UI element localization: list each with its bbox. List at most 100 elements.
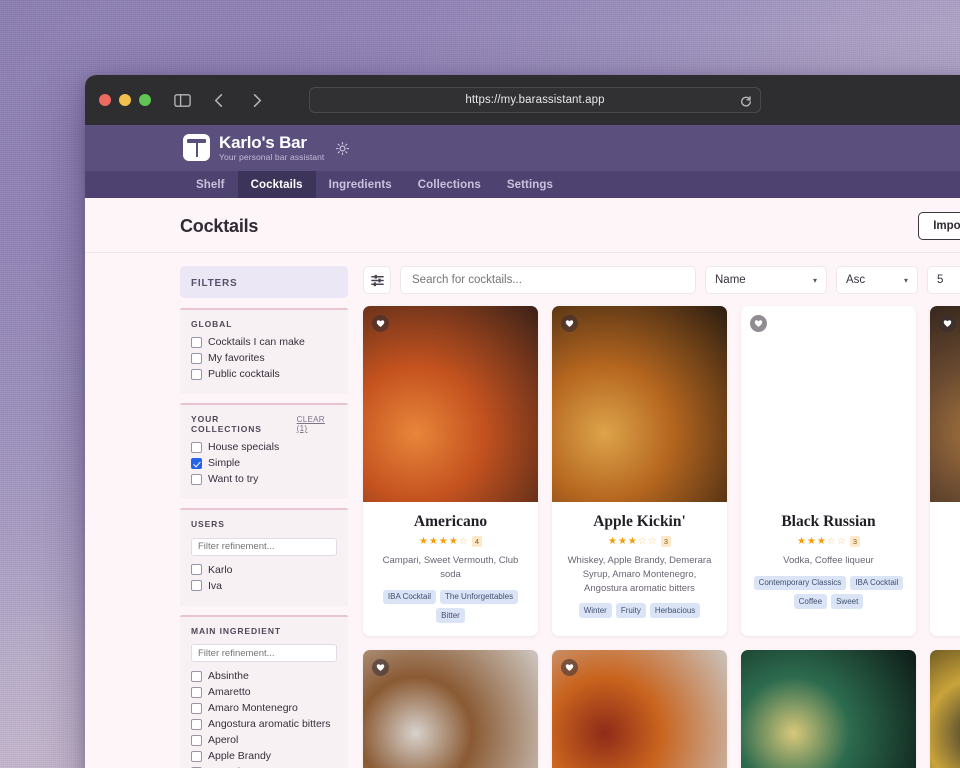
filter-option[interactable]: House specials xyxy=(191,441,337,453)
forward-button-icon[interactable] xyxy=(247,91,266,110)
filter-option[interactable]: Absinthe xyxy=(191,670,337,682)
checkbox-icon[interactable] xyxy=(191,352,202,364)
heart-icon[interactable] xyxy=(372,658,389,676)
cocktail-tag[interactable]: Fruity xyxy=(615,603,646,618)
checkbox-icon[interactable] xyxy=(191,718,202,730)
heart-icon[interactable] xyxy=(939,315,956,332)
brand-name: Karlo's Bar xyxy=(219,133,307,153)
checkbox-icon[interactable] xyxy=(191,368,202,380)
checkbox-icon[interactable] xyxy=(191,564,202,575)
cocktail-card[interactable]: Americano ★ ★ ★ ★ ☆ 4 Campari, Sweet Vermouth… xyxy=(363,306,538,636)
cocktail-tag[interactable]: Winter xyxy=(578,603,612,618)
checkbox-icon[interactable] xyxy=(191,734,202,746)
filter-option[interactable]: My favorites xyxy=(191,352,337,364)
nav-item-shelf[interactable]: Shelf xyxy=(183,171,238,198)
maximize-window-button[interactable] xyxy=(139,94,151,106)
filter-refinement-input[interactable] xyxy=(191,644,337,662)
brand[interactable]: Karlo's Bar Your personal bar assistant xyxy=(183,134,324,162)
checkbox-icon[interactable] xyxy=(191,670,202,682)
filter-refinement-input[interactable] xyxy=(191,537,337,556)
cocktail-name: Apple Kickin' xyxy=(593,513,686,530)
checkbox-icon[interactable] xyxy=(191,336,202,348)
back-button-icon[interactable] xyxy=(210,91,229,110)
sliders-icon[interactable] xyxy=(363,266,391,294)
reload-icon[interactable] xyxy=(740,94,752,107)
nav-item-settings[interactable]: Settings xyxy=(494,171,566,198)
star-icon: ★ xyxy=(816,535,826,547)
sort-direction-select[interactable]: Asc ▾ xyxy=(836,266,918,294)
filter-option[interactable]: Simple xyxy=(191,457,337,469)
sort-field-select[interactable]: Name ▾ xyxy=(705,266,827,294)
filter-option[interactable]: Want to try xyxy=(191,473,337,485)
heart-icon[interactable] xyxy=(372,315,389,332)
cocktail-card[interactable]: Black Russian ★ ★ ★ ☆ ☆ 3 Vodka, Coffee lique… xyxy=(741,306,916,636)
cocktail-tag[interactable]: Contemporary Classics xyxy=(753,575,847,591)
cocktail-card[interactable]: B Bourbo IBA C xyxy=(930,306,960,636)
cocktails-toolbar: Name ▾ Asc ▾ 5 xyxy=(363,266,960,294)
cocktail-card[interactable] xyxy=(741,649,916,768)
cocktail-tag[interactable]: IBA Cocktail xyxy=(382,589,437,605)
checkbox-icon[interactable] xyxy=(191,702,202,714)
cocktail-tag[interactable]: Bitter xyxy=(436,608,465,623)
heart-icon[interactable] xyxy=(561,658,578,676)
close-window-button[interactable] xyxy=(99,94,111,106)
browser-window: https://my.barassistant.app Karlo's Bar … xyxy=(85,75,960,768)
star-icon: ☆ xyxy=(458,535,468,547)
filter-option[interactable]: Amaretto xyxy=(191,686,337,698)
filter-option[interactable]: Cocktails I can make xyxy=(191,336,337,348)
filter-option[interactable]: Iva xyxy=(191,580,337,592)
search-input[interactable] xyxy=(400,266,696,294)
filter-option[interactable]: Apple Brandy xyxy=(191,750,337,762)
filter-option-label: Angostura aromatic bitters xyxy=(208,718,331,730)
checkbox-icon[interactable] xyxy=(191,473,202,485)
cocktail-tag[interactable]: Sweet xyxy=(831,594,864,609)
cocktail-card[interactable] xyxy=(552,649,727,768)
filter-option-label: Amaro Montenegro xyxy=(208,702,298,714)
checkbox-icon[interactable] xyxy=(191,441,202,453)
cocktails-grid-row-2 xyxy=(363,649,960,768)
cocktail-card[interactable] xyxy=(363,649,538,768)
nav-item-label: Shelf xyxy=(196,178,225,191)
sun-icon[interactable] xyxy=(335,141,350,156)
filter-option-label: Apple Brandy xyxy=(208,750,272,762)
filter-option[interactable]: Angostura aromatic bitters xyxy=(191,718,337,730)
cocktail-tag[interactable]: IBA Cocktail xyxy=(850,575,904,591)
import-cocktail-button[interactable]: Import cocktail xyxy=(918,212,960,240)
nav-item-label: Settings xyxy=(506,178,554,191)
filter-option[interactable]: Aperol xyxy=(191,734,337,746)
filter-option-label: Cocktails I can make xyxy=(208,336,305,348)
sidebar-toggle-icon[interactable] xyxy=(173,91,192,110)
heart-icon[interactable] xyxy=(561,315,578,332)
nav-item-cocktails[interactable]: Cocktails xyxy=(237,171,316,198)
cocktail-tag[interactable]: The Unforgettables xyxy=(440,589,519,605)
star-icon: ★ xyxy=(418,535,428,547)
cocktail-tag[interactable]: Coffee xyxy=(793,594,828,609)
url-text: https://my.barassistant.app xyxy=(465,94,605,106)
star-icon: ☆ xyxy=(836,535,846,547)
star-icon: ★ xyxy=(806,535,816,547)
nav-item-ingredients[interactable]: Ingredients xyxy=(316,171,405,198)
filter-option[interactable]: Public cocktails xyxy=(191,368,337,380)
filter-option[interactable]: Amaro Montenegro xyxy=(191,702,337,714)
filters-sidebar: FILTERS GLOBAL Cocktails I can make My f… xyxy=(180,253,348,768)
url-bar[interactable]: https://my.barassistant.app xyxy=(309,87,761,113)
page-header: Cocktails Import cocktail xyxy=(85,198,960,253)
nav-item-collections[interactable]: Collections xyxy=(405,171,494,198)
page-size-select[interactable]: 5 xyxy=(927,266,960,294)
cocktail-tag[interactable]: Herbacious xyxy=(649,603,701,618)
filter-group-your-collections: YOUR COLLECTIONS CLEAR (1) House special… xyxy=(180,403,348,499)
checkbox-icon[interactable] xyxy=(191,686,202,698)
filter-option[interactable]: Karlo xyxy=(191,564,337,576)
filter-option-label: Aperol xyxy=(208,734,239,746)
checkbox-icon[interactable] xyxy=(191,457,202,469)
bar-logo-icon xyxy=(183,134,210,162)
checkbox-icon[interactable] xyxy=(191,580,202,591)
cocktail-card[interactable] xyxy=(930,649,960,768)
minimize-window-button[interactable] xyxy=(119,94,131,106)
heart-icon[interactable] xyxy=(750,315,767,332)
nav-item-label: Cocktails xyxy=(250,178,303,191)
cocktail-card[interactable]: Apple Kickin' ★ ★ ★ ☆ ☆ 3 Whiskey, Apple Bran… xyxy=(552,306,727,636)
cocktail-tags: IBA Cocktail The Unforgettables Bitter xyxy=(372,589,529,623)
checkbox-icon[interactable] xyxy=(191,750,202,762)
clear-filters-link[interactable]: CLEAR (1) xyxy=(297,415,337,433)
